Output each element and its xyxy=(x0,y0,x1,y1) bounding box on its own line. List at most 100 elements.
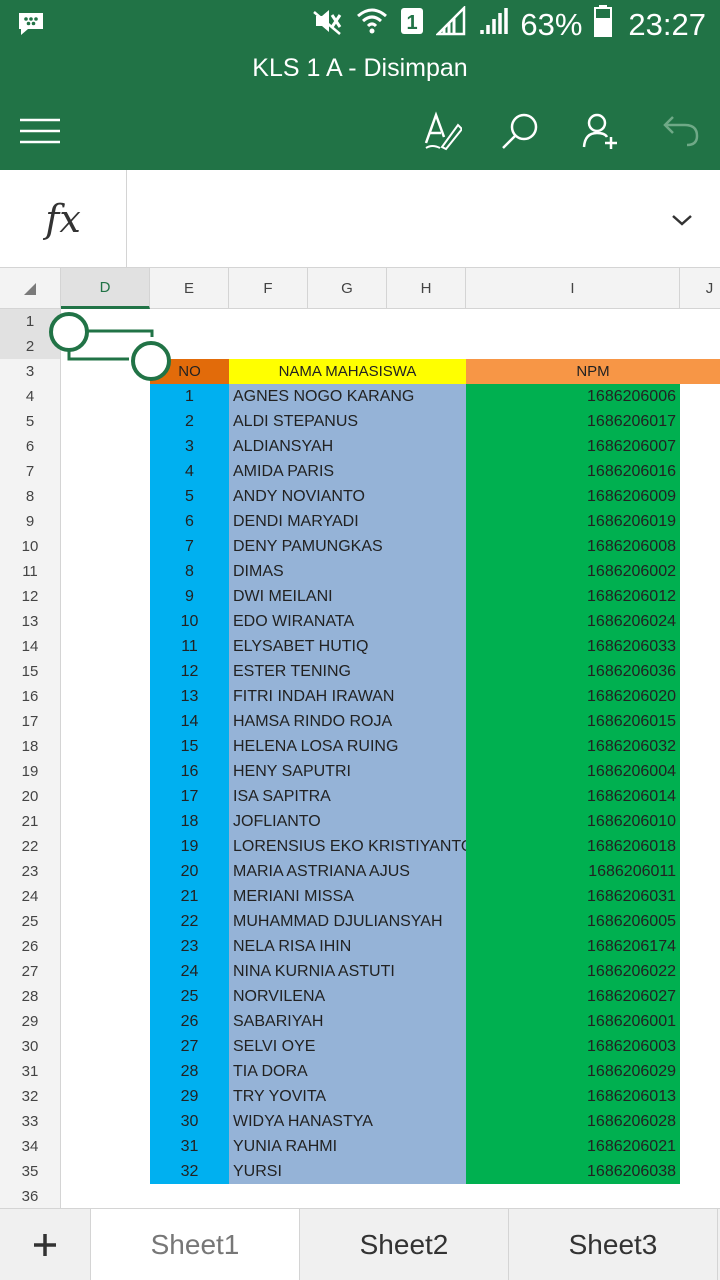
row-header-3[interactable]: 3 xyxy=(0,359,61,384)
row-header-6[interactable]: 6 xyxy=(0,434,61,459)
row-header-33[interactable]: 33 xyxy=(0,1109,61,1134)
cell-no[interactable]: 31 xyxy=(150,1134,229,1159)
cell-no[interactable]: 4 xyxy=(150,459,229,484)
cell-nama-mahasiswa[interactable]: YUNIA RAHMI xyxy=(229,1134,466,1159)
cell-no[interactable]: 19 xyxy=(150,834,229,859)
cell-nama-mahasiswa[interactable]: DIMAS xyxy=(229,559,466,584)
edit-format-button[interactable] xyxy=(417,108,467,154)
cell-no[interactable]: 5 xyxy=(150,484,229,509)
cell-nama-mahasiswa[interactable]: WIDYA HANASTYA xyxy=(229,1109,466,1134)
column-header-g[interactable]: G xyxy=(308,268,387,309)
row-header-9[interactable]: 9 xyxy=(0,509,61,534)
cell-npm[interactable]: 1686206002 xyxy=(466,559,680,584)
cell-nama-mahasiswa[interactable]: JOFLIANTO xyxy=(229,809,466,834)
column-header-h[interactable]: H xyxy=(387,268,466,309)
row-header-12[interactable]: 12 xyxy=(0,584,61,609)
cell-nama-mahasiswa[interactable]: NORVILENA xyxy=(229,984,466,1009)
cell-nama-mahasiswa[interactable]: MARIA ASTRIANA AJUS xyxy=(229,859,466,884)
cell-npm[interactable]: 1686206007 xyxy=(466,434,680,459)
row-header-34[interactable]: 34 xyxy=(0,1134,61,1159)
cell-no[interactable]: 16 xyxy=(150,759,229,784)
cell-npm[interactable]: 1686206022 xyxy=(466,959,680,984)
row-header-11[interactable]: 11 xyxy=(0,559,61,584)
cell-no[interactable]: 32 xyxy=(150,1159,229,1184)
row-header-28[interactable]: 28 xyxy=(0,984,61,1009)
cell-no[interactable]: 27 xyxy=(150,1034,229,1059)
cell-npm[interactable]: 1686206010 xyxy=(466,809,680,834)
row-header-4[interactable]: 4 xyxy=(0,384,61,409)
row-header-22[interactable]: 22 xyxy=(0,834,61,859)
formula-expand-button[interactable] xyxy=(660,200,704,240)
hamburger-menu-button[interactable] xyxy=(15,108,65,154)
cell-no[interactable]: 20 xyxy=(150,859,229,884)
header-npm[interactable]: NPM xyxy=(466,359,720,384)
cell-nama-mahasiswa[interactable]: NINA KURNIA ASTUTI xyxy=(229,959,466,984)
row-header-14[interactable]: 14 xyxy=(0,634,61,659)
row-header-25[interactable]: 25 xyxy=(0,909,61,934)
cell-npm[interactable]: 1686206006 xyxy=(466,384,680,409)
cell-nama-mahasiswa[interactable]: ESTER TENING xyxy=(229,659,466,684)
formula-input[interactable] xyxy=(128,170,668,268)
selection-start-handle[interactable] xyxy=(49,312,89,352)
cell-nama-mahasiswa[interactable]: HELENA LOSA RUING xyxy=(229,734,466,759)
cell-npm[interactable]: 1686206003 xyxy=(466,1034,680,1059)
cell-no[interactable]: 26 xyxy=(150,1009,229,1034)
cell-no[interactable]: 11 xyxy=(150,634,229,659)
cell-nama-mahasiswa[interactable]: ANDY NOVIANTO xyxy=(229,484,466,509)
cell-no[interactable]: 15 xyxy=(150,734,229,759)
row-header-23[interactable]: 23 xyxy=(0,859,61,884)
row-header-36[interactable]: 36 xyxy=(0,1184,61,1208)
cell-nama-mahasiswa[interactable]: LORENSIUS EKO KRISTIYANTO xyxy=(229,834,466,859)
row-header-24[interactable]: 24 xyxy=(0,884,61,909)
cell-npm[interactable]: 1686206001 xyxy=(466,1009,680,1034)
cell-no[interactable]: 12 xyxy=(150,659,229,684)
tab-sheet3[interactable]: Sheet3 xyxy=(509,1209,718,1280)
cell-no[interactable]: 13 xyxy=(150,684,229,709)
cell-no[interactable]: 30 xyxy=(150,1109,229,1134)
cell-npm[interactable]: 1686206013 xyxy=(466,1084,680,1109)
undo-button[interactable] xyxy=(656,108,706,154)
cell-no[interactable]: 1 xyxy=(150,384,229,409)
cell-no[interactable]: 14 xyxy=(150,709,229,734)
column-header-d[interactable]: D xyxy=(61,268,150,309)
cell-no[interactable]: 28 xyxy=(150,1059,229,1084)
cell-nama-mahasiswa[interactable]: TRY YOVITA xyxy=(229,1084,466,1109)
cell-no[interactable]: 8 xyxy=(150,559,229,584)
row-header-35[interactable]: 35 xyxy=(0,1159,61,1184)
column-header-f[interactable]: F xyxy=(229,268,308,309)
cell-npm[interactable]: 1686206012 xyxy=(466,584,680,609)
row-header-27[interactable]: 27 xyxy=(0,959,61,984)
cell-npm[interactable]: 1686206028 xyxy=(466,1109,680,1134)
cell-npm[interactable]: 1686206011 xyxy=(466,859,680,884)
cell-nama-mahasiswa[interactable]: HAMSA RINDO ROJA xyxy=(229,709,466,734)
row-header-20[interactable]: 20 xyxy=(0,784,61,809)
cell-npm[interactable]: 1686206014 xyxy=(466,784,680,809)
row-header-8[interactable]: 8 xyxy=(0,484,61,509)
cell-nama-mahasiswa[interactable]: YURSI xyxy=(229,1159,466,1184)
row-header-29[interactable]: 29 xyxy=(0,1009,61,1034)
row-header-21[interactable]: 21 xyxy=(0,809,61,834)
cell-npm[interactable]: 1686206005 xyxy=(466,909,680,934)
cell-npm[interactable]: 1686206009 xyxy=(466,484,680,509)
row-header-5[interactable]: 5 xyxy=(0,409,61,434)
cell-nama-mahasiswa[interactable]: SABARIYAH xyxy=(229,1009,466,1034)
cell-no[interactable]: 22 xyxy=(150,909,229,934)
header-nama-mahasiswa[interactable]: NAMA MAHASISWA xyxy=(229,359,466,384)
cell-npm[interactable]: 1686206018 xyxy=(466,834,680,859)
row-header-7[interactable]: 7 xyxy=(0,459,61,484)
cell-nama-mahasiswa[interactable]: MUHAMMAD DJULIANSYAH xyxy=(229,909,466,934)
row-header-15[interactable]: 15 xyxy=(0,659,61,684)
selection-end-handle[interactable] xyxy=(131,341,171,381)
cell-npm[interactable]: 1686206008 xyxy=(466,534,680,559)
cell-nama-mahasiswa[interactable]: DENDI MARYADI xyxy=(229,509,466,534)
cell-npm[interactable]: 1686206027 xyxy=(466,984,680,1009)
spreadsheet-grid[interactable]: D E F G H I J 1 2 3 4 5 6 7 8 9 10 11 12 13 14 15 16 17 18 19 20 21… xyxy=(0,268,720,1208)
cell-npm[interactable]: 1686206038 xyxy=(466,1159,680,1184)
row-header-16[interactable]: 16 xyxy=(0,684,61,709)
cell-no[interactable]: 25 xyxy=(150,984,229,1009)
tab-sheet1[interactable]: Sheet1 xyxy=(91,1209,300,1280)
cell-nama-mahasiswa[interactable]: FITRI INDAH IRAWAN xyxy=(229,684,466,709)
row-header-30[interactable]: 30 xyxy=(0,1034,61,1059)
cell-npm[interactable]: 1686206032 xyxy=(466,734,680,759)
row-header-26[interactable]: 26 xyxy=(0,934,61,959)
